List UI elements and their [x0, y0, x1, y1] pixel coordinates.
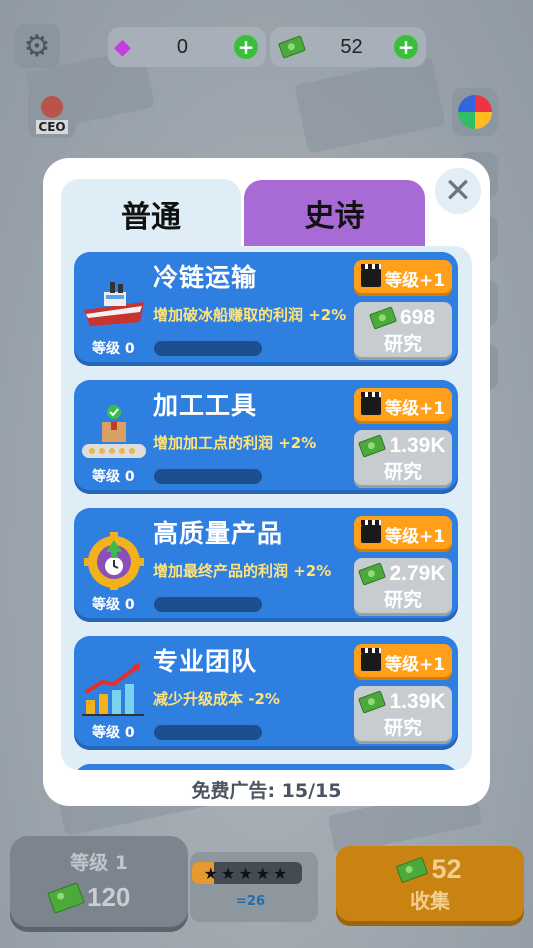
- collect-label: 收集: [410, 889, 450, 913]
- progress-bar: [154, 597, 262, 612]
- upgrade-level: 等级 0: [92, 725, 135, 741]
- ad-level-up-button[interactable]: 等级+1: [354, 516, 452, 552]
- settings-gear-icon[interactable]: ⚙: [14, 24, 60, 68]
- research-label: 研究: [383, 717, 422, 739]
- upgrade-description: 增加破冰船赚取的利润 +2%: [153, 306, 347, 324]
- research-label: 研究: [383, 333, 422, 355]
- research-label: 研究: [383, 461, 422, 483]
- upgrade-level: 等级 0: [92, 597, 135, 613]
- upgrade-level: 等级 0: [92, 341, 135, 357]
- ad-level-up-label: 等级+1: [384, 398, 446, 419]
- free-ads-counter: 免费广告: 15/15: [191, 780, 342, 802]
- ad-level-up-button[interactable]: 等级+1: [354, 260, 452, 296]
- stars-text: ★★★★★: [203, 863, 291, 883]
- gear-clock-icon: [84, 532, 144, 590]
- ad-level-up-label: 等级+1: [384, 654, 446, 675]
- progress-bar: [154, 469, 262, 484]
- clapperboard-icon: [360, 648, 381, 671]
- collect-value: 52: [431, 854, 462, 884]
- cash-counter: 52 +: [270, 27, 426, 67]
- upgrade-card-cold-chain: 冷链运输 增加破冰船赚取的利润 +2% 等级 0 等级+1 698 研究: [74, 252, 458, 366]
- gem-icon: ◆: [114, 34, 131, 60]
- level-upgrade-button[interactable]: 等级 1 120: [10, 836, 188, 932]
- color-wheel-button[interactable]: [452, 88, 498, 136]
- gems-value: 0: [176, 35, 189, 58]
- collect-button[interactable]: 52 收集: [336, 846, 524, 926]
- cash-icon: [277, 35, 307, 59]
- research-label: 研究: [383, 589, 422, 611]
- upgrade-title: 高质量产品: [153, 519, 284, 548]
- tab-normal[interactable]: 普通: [61, 179, 241, 249]
- star-rating: ★★★★★: [192, 862, 302, 884]
- cash-icon: [358, 434, 387, 458]
- ceo-button[interactable]: CEO: [28, 88, 76, 138]
- level-title: 等级 1: [70, 852, 128, 874]
- research-cost: 2.79K: [389, 562, 446, 585]
- upgrade-level: 等级 0: [92, 469, 135, 485]
- upgrade-description: 减少升级成本 -2%: [153, 690, 280, 708]
- clapperboard-icon: [360, 520, 381, 543]
- conveyor-box-icon: [82, 405, 146, 458]
- growth-chart-icon: [82, 662, 144, 716]
- icebreaker-ship-icon: [84, 282, 144, 326]
- close-button[interactable]: ✕: [433, 166, 483, 216]
- ceo-avatar-icon: [41, 96, 63, 118]
- progress-bar: [154, 341, 262, 356]
- upgrade-list[interactable]: 冷链运输 增加破冰船赚取的利润 +2% 等级 0 等级+1 698 研究 加工工…: [61, 246, 472, 770]
- upgrade-description: 增加最终产品的利润 +2%: [153, 562, 332, 580]
- ad-level-up-button[interactable]: 等级+1: [354, 644, 452, 680]
- clapperboard-icon: [360, 264, 381, 287]
- add-cash-button[interactable]: +: [394, 35, 418, 59]
- progress-bar: [154, 725, 262, 740]
- cash-icon: [368, 306, 397, 330]
- income-rate: =26: [236, 894, 265, 909]
- cash-value: 52: [340, 35, 363, 58]
- cash-icon: [358, 562, 387, 586]
- color-wheel-icon: [458, 95, 492, 129]
- upgrade-card-partial: [74, 764, 458, 770]
- upgrade-card-high-quality: 高质量产品 增加最终产品的利润 +2% 等级 0 等级+1 2.79K 研究: [74, 508, 458, 622]
- research-cost: 1.39K: [389, 690, 446, 713]
- upgrade-card-processing-tools: 加工工具 增加加工点的利润 +2% 等级 0 等级+1 1.39K 研究: [74, 380, 458, 494]
- cash-icon: [396, 856, 429, 883]
- research-cost: 1.39K: [389, 434, 446, 457]
- add-gems-button[interactable]: +: [234, 35, 258, 59]
- upgrade-title: 专业团队: [153, 647, 258, 676]
- upgrade-title: 加工工具: [153, 391, 258, 420]
- ad-level-up-label: 等级+1: [384, 270, 446, 291]
- research-button[interactable]: 1.39K 研究: [354, 686, 452, 744]
- research-button[interactable]: 698 研究: [354, 302, 452, 360]
- upgrade-card-professional-team: 专业团队 减少升级成本 -2% 等级 0 等级+1 1.39K 研究: [74, 636, 458, 750]
- gems-counter: ◆ 0 +: [108, 27, 266, 67]
- ceo-label: CEO: [36, 120, 68, 134]
- cash-icon: [47, 881, 85, 914]
- upgrade-title: 冷链运输: [153, 263, 258, 292]
- tab-epic[interactable]: 史诗: [244, 180, 425, 246]
- ad-level-up-button[interactable]: 等级+1: [354, 388, 452, 424]
- ad-level-up-label: 等级+1: [384, 526, 446, 547]
- clapperboard-icon: [360, 392, 381, 415]
- research-button[interactable]: 1.39K 研究: [354, 430, 452, 488]
- research-cost: 698: [399, 306, 436, 329]
- research-button[interactable]: 2.79K 研究: [354, 558, 452, 616]
- cash-icon: [358, 690, 387, 714]
- upgrade-description: 增加加工点的利润 +2%: [153, 434, 317, 452]
- close-icon: ✕: [443, 171, 473, 211]
- level-cost: 120: [87, 882, 131, 912]
